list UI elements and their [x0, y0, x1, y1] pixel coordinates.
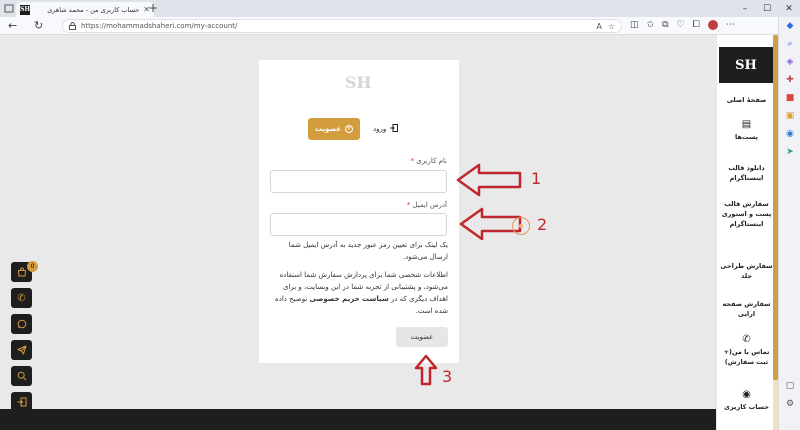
- window-controls: – ☐ ✕: [734, 0, 800, 17]
- send-icon[interactable]: ➤: [779, 143, 800, 161]
- new-tab-button[interactable]: +: [148, 1, 158, 15]
- posts-icon: ▤: [741, 119, 752, 130]
- collections-icon[interactable]: ⧉: [662, 20, 668, 30]
- annotation-number-3: 3: [442, 367, 453, 386]
- footer-bar: [0, 409, 716, 430]
- extensions-icon[interactable]: ⧠: [693, 20, 700, 30]
- account-form-card: SH + عضویت ورود نام کاربری * آدرس ایمیل …: [259, 60, 459, 363]
- annotation-number-1: 1: [531, 169, 542, 188]
- tab-actions-icon[interactable]: [4, 4, 14, 13]
- close-window-icon[interactable]: ✕: [778, 0, 800, 17]
- scrollbar-thumb[interactable]: [773, 35, 778, 380]
- telegram-button[interactable]: [11, 340, 32, 360]
- privacy-policy-link[interactable]: سیاست حریم خصوصی: [309, 295, 388, 303]
- annotation-arrow-1: [456, 163, 522, 197]
- nav-order-cover[interactable]: سفارش طراحی جلد: [717, 261, 776, 281]
- page-content: SH + عضویت ورود نام کاربری * آدرس ایمیل …: [0, 35, 778, 430]
- cart-icon: [17, 267, 26, 277]
- nav-home[interactable]: صفحهٔ اصلی: [717, 95, 776, 105]
- login-tab-button[interactable]: ورود: [373, 124, 399, 134]
- nav-contact[interactable]: ✆ تماس با من(+ ثبت سفارش): [717, 335, 776, 367]
- plus-circle-icon: +: [345, 125, 354, 133]
- site-side-nav: SH صفحهٔ اصلی ▤ پست‌ها دانلود قالب اینست…: [717, 35, 776, 430]
- sidebar-settings-icon[interactable]: ⚙: [779, 395, 800, 413]
- copilot-icon[interactable]: ◆: [779, 17, 800, 35]
- read-aloud-icon[interactable]: A: [596, 22, 601, 31]
- nav-download-template[interactable]: دانلود قالب اینستاگرام: [717, 163, 776, 183]
- nav-account[interactable]: ◉ حساب کاربری: [717, 390, 776, 412]
- register-tab-label: عضویت: [314, 125, 342, 133]
- annotation-arrow-3: [414, 354, 438, 386]
- whatsapp-button[interactable]: [11, 314, 32, 334]
- edge-sidebar: ◆ ⌕ ◈ ✚ ■ ▣ ◉ ➤ ▢ ⚙: [778, 17, 800, 430]
- browser-tab-bar: SH حساب کاربری من - محمد شاهری ✕ + – ☐ ✕: [0, 0, 800, 17]
- floating-actions: ✆: [11, 262, 32, 412]
- site-logo[interactable]: SH: [719, 47, 773, 83]
- browser-tab-my-account[interactable]: SH حساب کاربری من - محمد شاهری ✕: [16, 2, 154, 17]
- user-icon: ◉: [742, 389, 751, 400]
- nav-posts[interactable]: ▤ پست‌ها: [717, 120, 776, 142]
- cart-count-badge: 0: [27, 261, 38, 272]
- username-label: نام کاربری *: [410, 157, 447, 165]
- maximize-icon[interactable]: ☐: [756, 0, 778, 17]
- annotation-number-2: 2: [537, 215, 548, 234]
- search-icon[interactable]: ⌕: [779, 35, 800, 53]
- required-mark: *: [406, 201, 411, 209]
- nav-order-template[interactable]: سفارش قالب پست و استوری اینستاگرام: [717, 199, 776, 229]
- cursor-highlight: [512, 217, 530, 235]
- tag-icon[interactable]: ◈: [779, 53, 800, 71]
- whatsapp-icon: [17, 319, 26, 329]
- outlook-icon[interactable]: ◉: [779, 125, 800, 143]
- login-icon: [390, 124, 399, 134]
- games-icon[interactable]: ■: [779, 89, 800, 107]
- phone-button[interactable]: ✆: [11, 288, 32, 308]
- register-tab-button[interactable]: + عضویت: [308, 118, 360, 140]
- url-text: https://mohammadshaheri.com/my-account/: [81, 22, 238, 30]
- search-icon: [17, 371, 26, 381]
- browser-toolbar: ← ↻ https://mohammadshaheri.com/my-accou…: [0, 17, 800, 35]
- sidebar-expand-icon[interactable]: ▢: [779, 377, 800, 395]
- favorite-star-icon[interactable]: ☆: [608, 22, 615, 31]
- search-button[interactable]: [11, 366, 32, 386]
- register-submit-button[interactable]: عضویت: [396, 327, 448, 347]
- email-input[interactable]: [270, 213, 447, 236]
- split-screen-icon[interactable]: ◫: [630, 20, 639, 30]
- privacy-note: اطلاعات شخصی شما برای پردازش سفارش شما ا…: [275, 271, 448, 315]
- nav-order-landing[interactable]: سفارش صفحه ارایی: [717, 299, 776, 319]
- phone-icon: ✆: [17, 292, 26, 304]
- back-icon[interactable]: ←: [8, 19, 17, 32]
- tab-title: حساب کاربری من - محمد شاهری: [47, 5, 140, 14]
- required-mark: *: [410, 157, 414, 165]
- minimize-icon[interactable]: –: [734, 0, 756, 17]
- lock-icon: [69, 22, 77, 30]
- login-tab-label: ورود: [373, 125, 387, 133]
- refresh-icon[interactable]: ↻: [34, 19, 43, 32]
- settings-more-icon[interactable]: ⋯: [726, 20, 735, 30]
- phone-icon: ✆: [742, 334, 751, 345]
- browser-essentials-icon[interactable]: ♡: [677, 20, 685, 30]
- username-input[interactable]: [270, 170, 447, 193]
- login-icon: [17, 397, 26, 407]
- tools-icon[interactable]: ✚: [779, 71, 800, 89]
- card-logo: SH: [345, 73, 372, 92]
- favorites-icon[interactable]: ✩: [647, 20, 655, 30]
- profile-avatar[interactable]: [707, 20, 718, 30]
- site-favicon: SH: [20, 4, 31, 15]
- email-label: آدرس ایمیل *: [406, 201, 447, 209]
- office-icon[interactable]: ▣: [779, 107, 800, 125]
- password-link-note: یک لینک برای تعیین رمز عبور جدید به آدرس…: [288, 241, 448, 261]
- telegram-icon: [17, 345, 26, 355]
- address-bar[interactable]: https://mohammadshaheri.com/my-account/ …: [62, 19, 622, 33]
